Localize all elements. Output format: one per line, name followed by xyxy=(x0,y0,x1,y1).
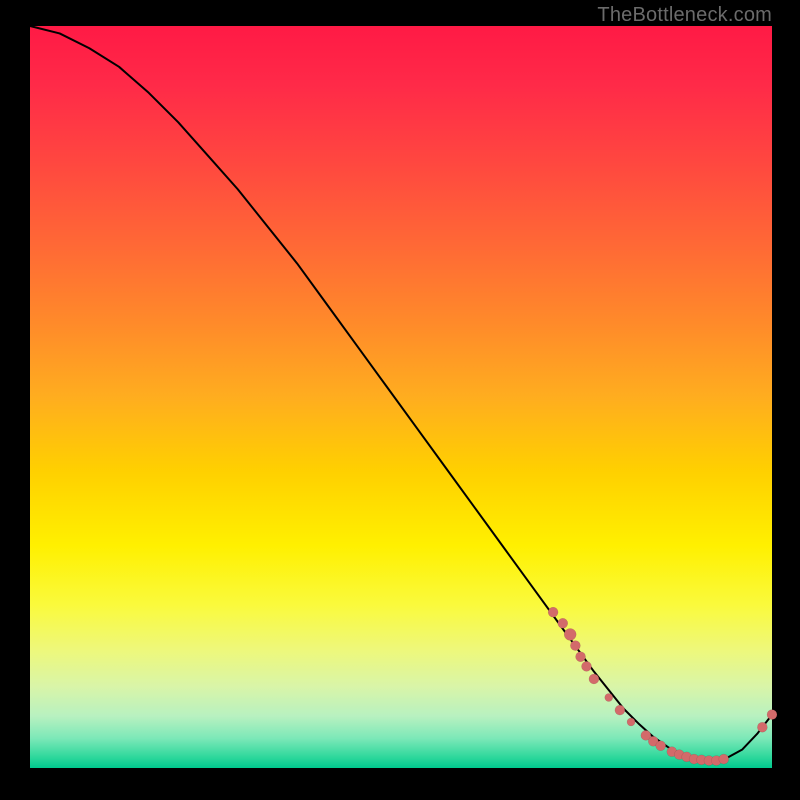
data-point xyxy=(767,710,777,720)
data-point xyxy=(570,641,580,651)
data-points xyxy=(548,607,777,765)
plot-area xyxy=(30,26,772,768)
data-point xyxy=(627,718,635,726)
data-point xyxy=(558,618,568,628)
watermark-text: TheBottleneck.com xyxy=(597,4,772,27)
data-point xyxy=(548,607,558,617)
data-point xyxy=(757,722,767,732)
data-point xyxy=(576,652,586,662)
data-point xyxy=(582,661,592,671)
curve-svg xyxy=(30,26,772,768)
bottleneck-curve xyxy=(30,26,772,761)
chart-container: TheBottleneck.com xyxy=(0,0,800,800)
data-point xyxy=(719,754,729,764)
data-point xyxy=(615,705,625,715)
data-point xyxy=(564,628,576,640)
data-point xyxy=(656,741,666,751)
data-point xyxy=(589,674,599,684)
data-point xyxy=(605,694,613,702)
